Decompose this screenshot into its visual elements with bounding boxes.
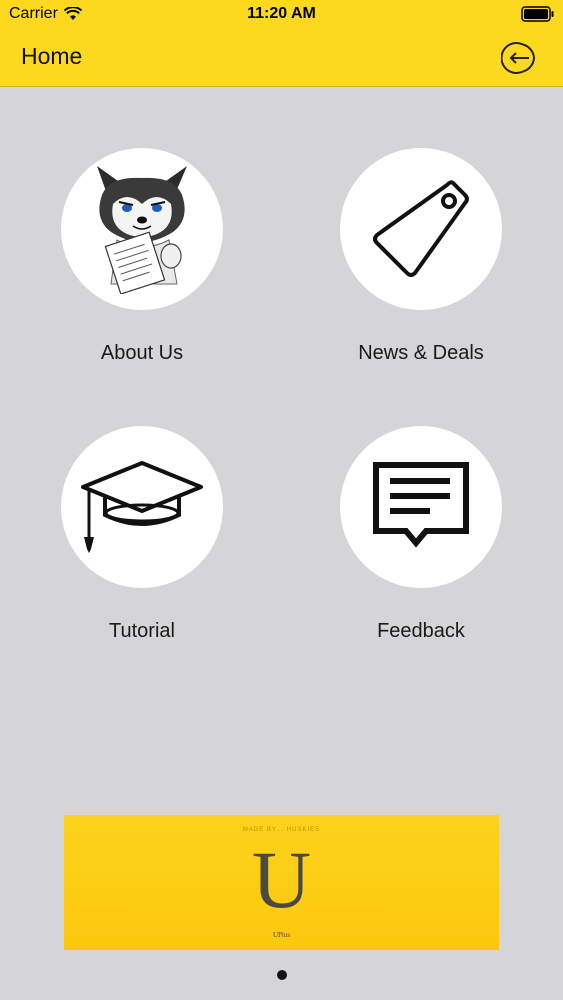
page-title: Home	[21, 43, 83, 69]
banner-caption: UPlus	[272, 931, 291, 939]
graduation-cap-icon	[81, 461, 203, 553]
page-indicator-dot	[277, 970, 287, 980]
news-deals-circle	[340, 148, 502, 310]
tile-label-tutorial: Tutorial	[109, 620, 175, 642]
husky-mascot-icon	[97, 166, 187, 294]
feedback-circle	[340, 426, 502, 588]
tile-about-us[interactable]: About Us	[27, 148, 257, 365]
status-bar: Carrier 11:20 AM	[0, 0, 563, 30]
logout-button[interactable]	[500, 40, 537, 76]
tutorial-circle	[61, 426, 223, 588]
tile-feedback[interactable]: Feedback	[306, 426, 536, 643]
about-us-circle	[61, 148, 223, 310]
banner-headline: MADE BY... HUSKIES	[242, 827, 321, 833]
tile-label-news-deals: News & Deals	[358, 342, 484, 364]
promo-banner[interactable]: MADE BY... HUSKIES U UPlus	[64, 815, 499, 950]
tile-label-feedback: Feedback	[377, 620, 465, 642]
status-time: 11:20 AM	[247, 5, 316, 22]
tile-label-about-us: About Us	[100, 342, 184, 364]
logout-icon	[500, 42, 536, 74]
navigation-bar: Home	[0, 30, 563, 87]
tile-tutorial[interactable]: Tutorial	[27, 426, 257, 643]
banner-logo-letter: U	[251, 834, 312, 925]
tile-news-deals[interactable]: News & Deals	[306, 148, 536, 365]
battery-icon	[521, 6, 555, 27]
tag-icon	[373, 180, 469, 277]
message-icon	[373, 462, 469, 548]
